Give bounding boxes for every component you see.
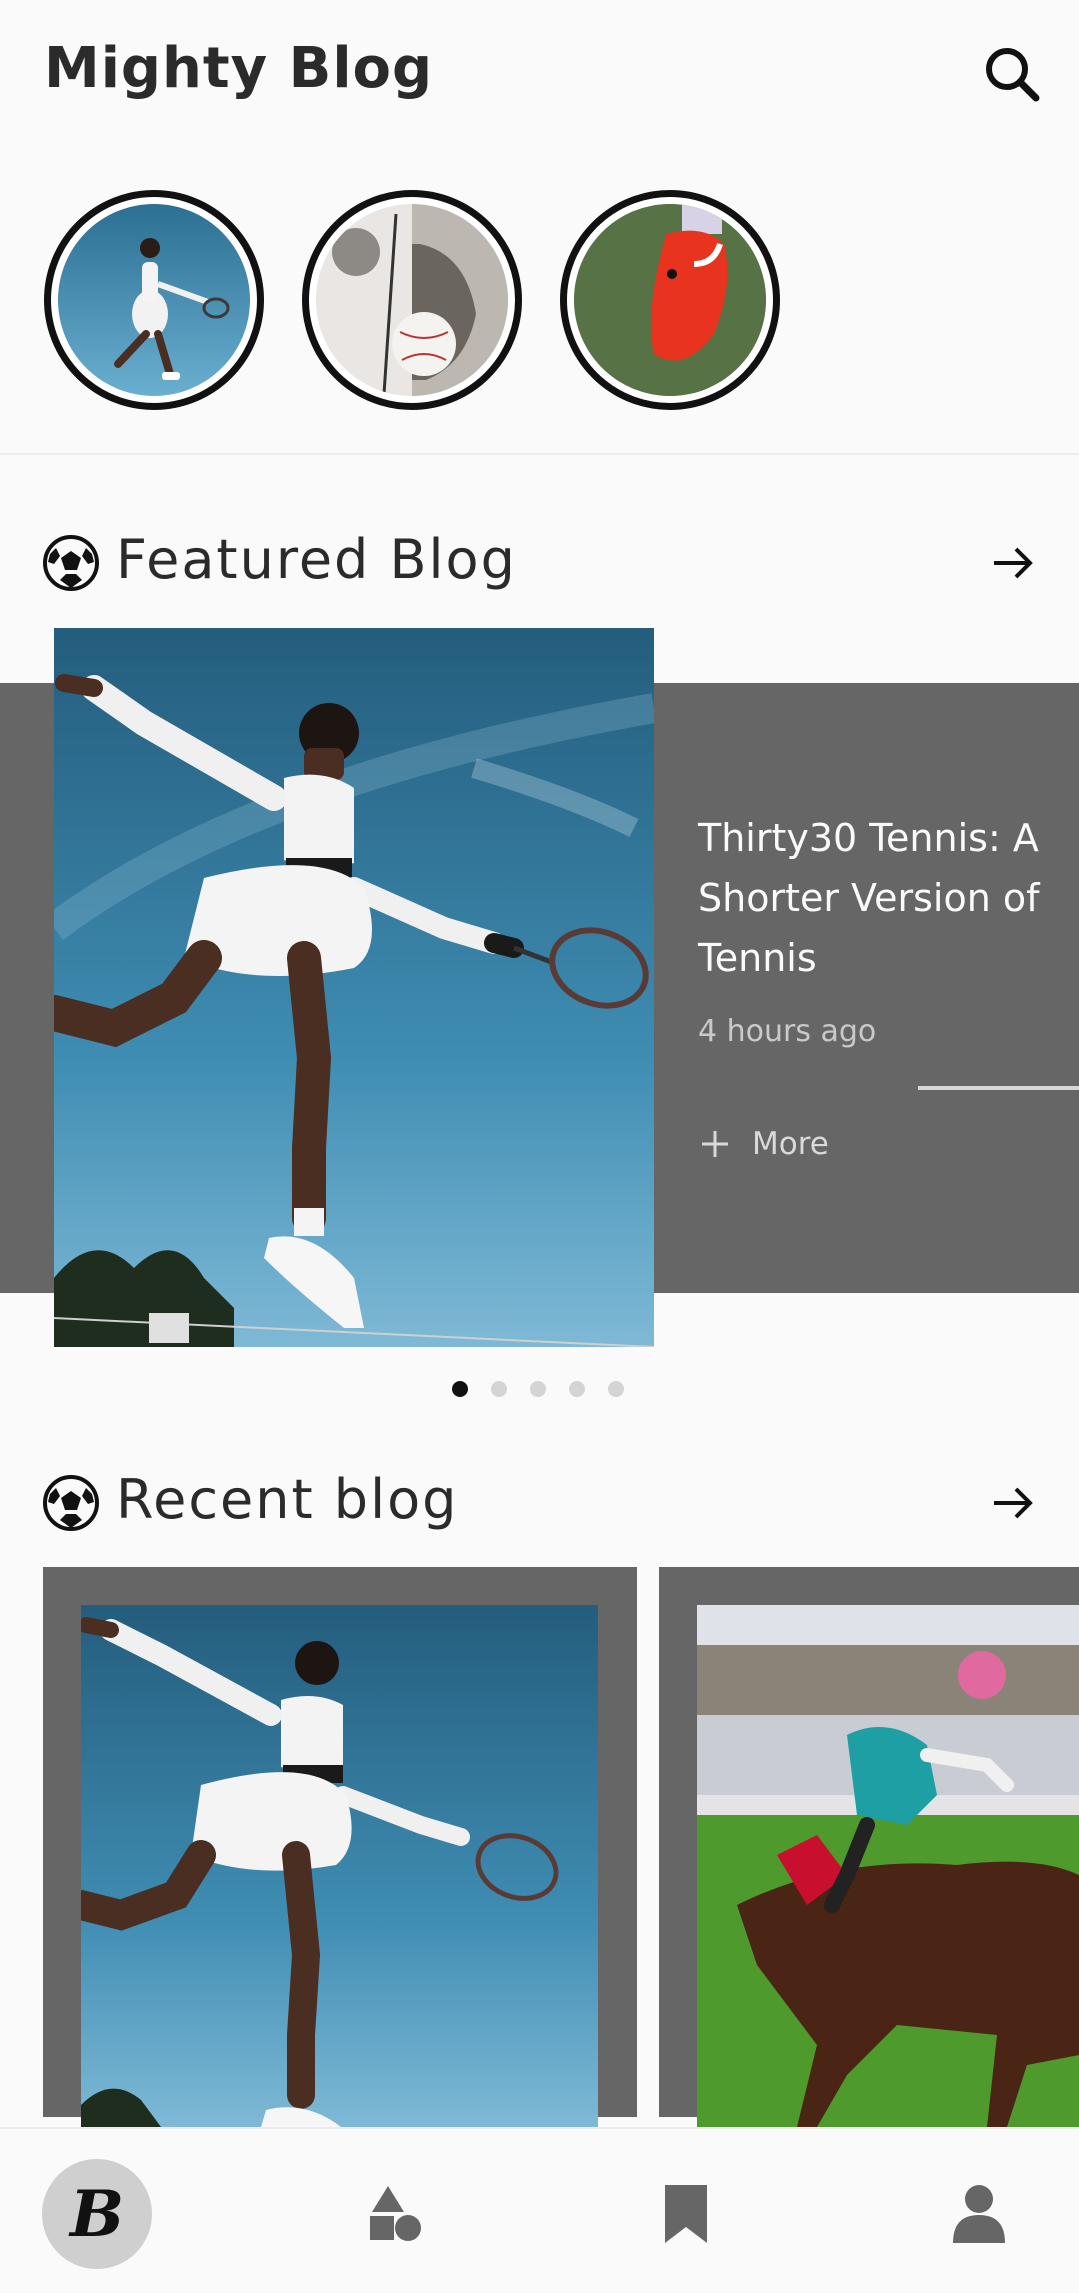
recent-section-title: Recent blog xyxy=(116,1468,459,1531)
search-icon[interactable] xyxy=(980,42,1044,106)
story-tennis[interactable] xyxy=(44,190,264,410)
plus-icon xyxy=(702,1131,728,1157)
arrow-right-icon[interactable] xyxy=(988,1478,1038,1528)
carousel-dot[interactable] xyxy=(608,1381,624,1397)
arrow-right-icon[interactable] xyxy=(988,538,1038,588)
nav-categories[interactable] xyxy=(339,2159,449,2269)
story-tennis-image xyxy=(58,204,250,396)
carousel-dot[interactable] xyxy=(452,1381,468,1397)
person-icon xyxy=(953,2185,1005,2243)
featured-section-title: Featured Blog xyxy=(116,528,517,591)
more-button-label: More xyxy=(752,1126,829,1162)
section-divider xyxy=(0,453,1079,455)
story-football-boot[interactable] xyxy=(560,190,780,410)
app-title: Mighty Blog xyxy=(44,36,434,101)
featured-post-time: 4 hours ago xyxy=(698,1014,877,1049)
featured-section-header: Featured Blog xyxy=(0,520,1079,600)
carousel-dot[interactable] xyxy=(491,1381,507,1397)
story-baseball[interactable] xyxy=(302,190,522,410)
story-boot-image xyxy=(574,204,766,396)
carousel-dot[interactable] xyxy=(530,1381,546,1397)
bottom-navigation: B xyxy=(0,2127,1079,2293)
story-row xyxy=(0,190,1079,420)
nav-home[interactable]: B xyxy=(42,2159,152,2269)
recent-card-image[interactable] xyxy=(81,1605,598,2127)
bookmark-icon xyxy=(665,2185,707,2243)
recent-card-image[interactable] xyxy=(697,1605,1079,2127)
story-baseball-image xyxy=(316,204,508,396)
nav-bookmarks[interactable] xyxy=(631,2159,741,2269)
featured-post-title[interactable]: Thirty30 Tennis: A Shorter Version of Te… xyxy=(698,808,1068,988)
shapes-icon xyxy=(370,2186,421,2241)
recent-section-header: Recent blog xyxy=(0,1460,1079,1540)
carousel-indicator xyxy=(452,1381,647,1401)
app-screen: Mighty Blog Featured Blog Thirty30 Tenni… xyxy=(0,0,1079,2293)
progress-line xyxy=(918,1086,1079,1090)
featured-image[interactable] xyxy=(54,628,654,1347)
soccer-ball-icon xyxy=(43,1475,99,1531)
soccer-ball-icon xyxy=(43,535,99,591)
nav-profile[interactable] xyxy=(924,2159,1034,2269)
app-header: Mighty Blog xyxy=(0,0,1079,140)
more-button[interactable]: More xyxy=(698,1122,829,1166)
home-logo-icon: B xyxy=(69,2176,125,2252)
carousel-dot[interactable] xyxy=(569,1381,585,1397)
